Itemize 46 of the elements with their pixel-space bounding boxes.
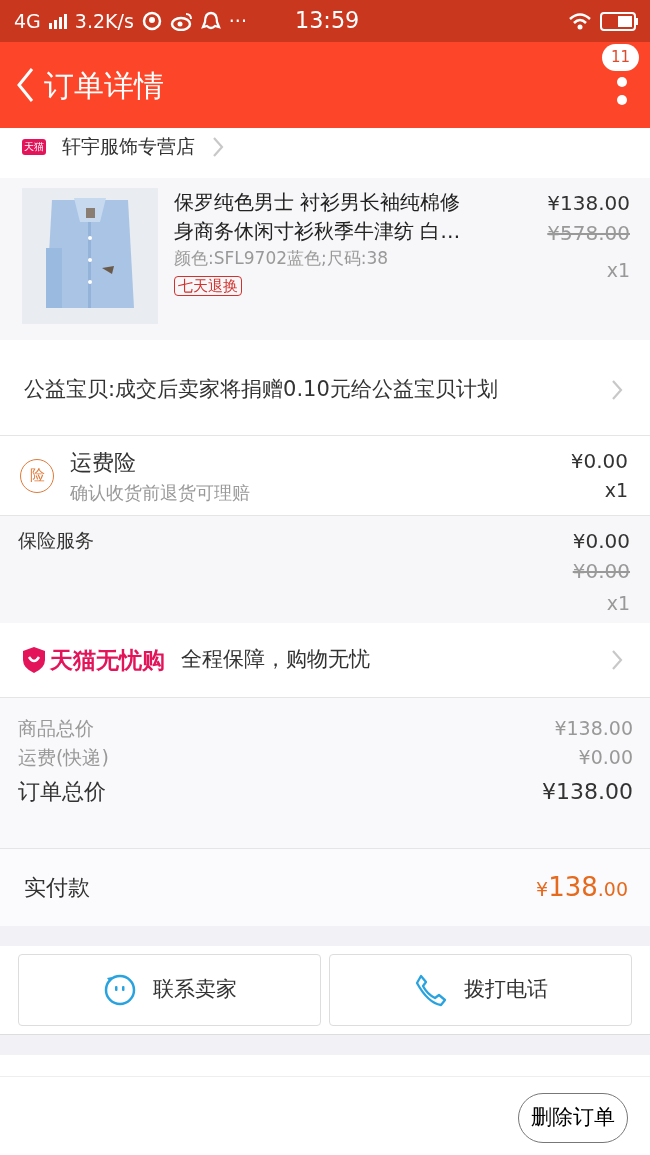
speed-label: 3.2K/s [74,8,134,34]
chat-icon [102,973,137,1007]
tmall-badge: 天猫 [22,138,46,155]
service-quantity: x1 [605,591,630,616]
wifi-icon [568,12,592,30]
insurance-description: 确认收货前退货可理赔 [70,480,250,505]
clock: 13:59 [294,6,360,36]
insurance-quantity: x1 [603,478,628,504]
battery-icon [600,11,638,31]
shield-icon [22,646,46,674]
charity-text: 公益宝贝:成交后卖家将捐赠0.10元给公益宝贝计划 [24,376,498,404]
insurance-title: 运费险 [70,448,137,477]
quantity: x1 [606,258,630,283]
payment-label: 实付款 [24,874,90,902]
delete-order-button[interactable]: 删除订单 [518,1093,628,1143]
signal-icon [48,13,67,29]
summary-label: 运费(快递) [18,744,109,770]
chevron-icon [610,649,624,671]
summary-label: 商品总价 [18,716,94,741]
more-dots: ··· [228,8,247,34]
original-price: ¥578.00 [547,220,630,247]
guarantee-text: 全程保障，购物无忧 [181,646,370,674]
service-title: 保险服务 [18,528,94,553]
notification-badge: 11 [602,44,640,71]
summary-value: ¥138.00 [554,716,633,741]
chevron-icon [211,135,225,158]
summary-value: ¥0.00 [578,744,633,770]
back-icon[interactable] [14,66,36,104]
summary-value: ¥138.00 [542,778,633,806]
guarantee-brand: 天猫无忧购 [50,645,165,675]
page-title: 订单详情 [44,66,164,105]
insurance-price: ¥0.00 [570,448,628,476]
service-price: ¥0.00 [572,528,630,555]
product-variant: 颜色:SFL9702蓝色;尺码:38 [174,247,389,270]
store-name: 轩宇服饰专营店 [62,134,195,160]
chevron-icon [610,379,624,401]
service-original-price: ¥0.00 [572,558,630,585]
price: ¥138.00 [547,190,630,217]
phone-icon [413,973,448,1007]
product-title: 保罗纯色男士 衬衫男长袖纯棉修身商务休闲寸衫秋季牛津纺 白… [174,189,462,245]
contact-button[interactable]: 拨打电话 [329,954,632,1026]
return-policy-tag: 七天退换 [174,275,242,296]
payment-amount: ¥138.00 [536,871,628,904]
contact-button[interactable]: 联系卖家 [18,954,321,1026]
summary-label: 订单总价 [18,778,106,806]
network-label: 4G [14,8,41,34]
